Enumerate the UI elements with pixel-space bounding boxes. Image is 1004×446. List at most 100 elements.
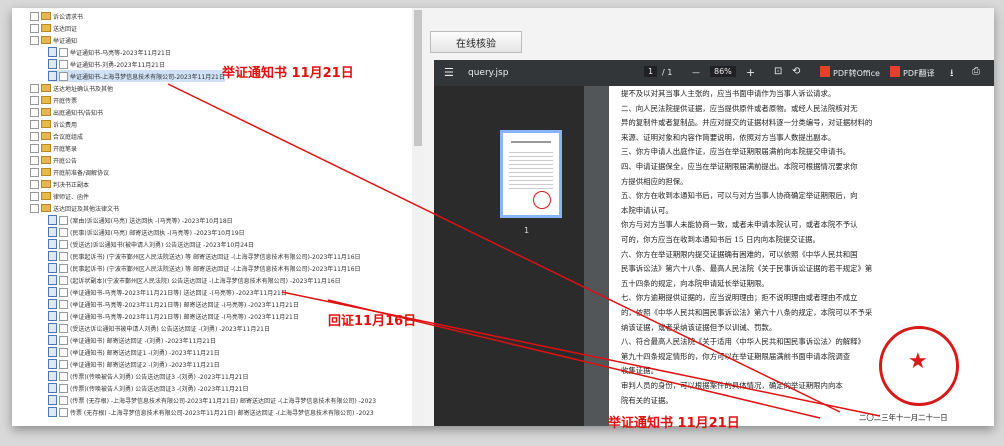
tree-item[interactable]: 传票 (无存根) -上海寻梦信息技术有限公司-2023年11月21日) 邮寄送达… bbox=[48, 406, 374, 418]
rotate-icon[interactable]: ⟲ bbox=[792, 66, 800, 77]
checkbox[interactable] bbox=[59, 299, 68, 309]
tree-item-label: 举证通知书-马亮等-2023年11月21日 bbox=[70, 49, 171, 57]
tree-item[interactable]: (举证通知书-马亮等-2023年11月21日等) 邮寄送达回证 -(马亮等) -… bbox=[48, 310, 299, 322]
document-icon bbox=[48, 359, 57, 369]
print-icon[interactable]: ⎙ bbox=[972, 66, 980, 77]
tree-folder[interactable]: 开庭笔录 bbox=[30, 142, 77, 154]
tree-item[interactable]: 举证通知书-马亮等-2023年11月21日 bbox=[48, 46, 171, 58]
tree-folder[interactable]: 判决书正副本 bbox=[30, 178, 89, 190]
checkbox[interactable] bbox=[30, 83, 39, 93]
checkbox[interactable] bbox=[30, 95, 39, 105]
page-number-input[interactable]: 1 bbox=[644, 66, 658, 77]
checkbox[interactable] bbox=[30, 119, 39, 129]
pdf-office-icon[interactable] bbox=[820, 66, 830, 77]
tree-folder[interactable]: 举证通知 bbox=[30, 34, 77, 46]
checkbox[interactable] bbox=[59, 359, 68, 369]
checkbox[interactable] bbox=[30, 131, 39, 141]
tree-folder[interactable]: 诉讼费用 bbox=[30, 118, 77, 130]
checkbox[interactable] bbox=[59, 71, 68, 81]
checkbox[interactable] bbox=[59, 227, 68, 237]
checkbox[interactable] bbox=[59, 347, 68, 357]
checkbox[interactable] bbox=[59, 323, 68, 333]
tree-item[interactable]: (举证通知书-马亮等-2023年11月21日等) 邮寄送达回证 -(马亮等) -… bbox=[48, 298, 299, 310]
menu-icon[interactable]: ☰ bbox=[444, 66, 454, 79]
checkbox[interactable] bbox=[59, 47, 68, 57]
checkbox[interactable] bbox=[30, 23, 39, 33]
tree-item[interactable]: (民事起诉书) (宁波市鄞州区人民法院送达) 等 邮寄送达回证 -(上海寻梦信息… bbox=[48, 250, 361, 262]
tree-item[interactable]: (举证通知书-马亮等-2023年11月21日等) 送达回证 -(马亮等) -20… bbox=[48, 286, 287, 298]
tree-folder[interactable]: 出庭通知书/告知书 bbox=[30, 106, 103, 118]
tree-folder[interactable]: 送达回证及其他法律文书 bbox=[30, 202, 119, 214]
case-file-tree[interactable]: 诉讼请求书 送达回证 举证通知 举证通知书-马亮等-2023年11月21日 举证通知书-… bbox=[12, 8, 425, 426]
tree-folder[interactable]: 开庭前准备/调解协议 bbox=[30, 166, 109, 178]
checkbox[interactable] bbox=[30, 179, 39, 189]
checkbox[interactable] bbox=[59, 59, 68, 69]
folder-icon bbox=[41, 144, 51, 152]
tree-item[interactable]: (举证通知书) 邮寄送达回证 -(刘勇) -2023年11月21日 bbox=[48, 334, 216, 346]
document-icon bbox=[48, 323, 57, 333]
document-text-line: 五、你方在收到本通知书后，可以与对方当事人协商确定举证期限后，向 bbox=[621, 191, 858, 201]
fit-page-icon[interactable]: ⊡ bbox=[774, 66, 782, 77]
checkbox[interactable] bbox=[30, 155, 39, 165]
checkbox[interactable] bbox=[59, 407, 68, 417]
pdf-translate-icon[interactable] bbox=[890, 66, 900, 77]
tree-item[interactable]: (民事)诉讼通知(马亮) 邮寄送达回执 -(马亮等) -2023年10月19日 bbox=[48, 226, 245, 238]
tree-item[interactable]: 举证通知书-刘勇-2023年11月21日 bbox=[48, 58, 165, 70]
checkbox[interactable] bbox=[59, 275, 68, 285]
tree-item[interactable]: (民事起诉书) (宁波市鄞州区人民法院送达) 等 邮寄送达回证 -(上海寻梦信息… bbox=[48, 262, 361, 274]
tree-folder[interactable]: 律师证、函件 bbox=[30, 190, 89, 202]
tree-item[interactable]: 举证通知书-上海寻梦信息技术有限公司-2023年11月21日 bbox=[48, 70, 225, 82]
tree-folder[interactable]: 开庭公告 bbox=[30, 154, 77, 166]
tree-item[interactable]: (举证通知书) 邮寄送达回证2 -(刘勇) -2023年11月21日 bbox=[48, 358, 220, 370]
checkbox[interactable] bbox=[30, 167, 39, 177]
checkbox[interactable] bbox=[59, 311, 68, 321]
checkbox[interactable] bbox=[30, 11, 39, 21]
document-icon bbox=[48, 371, 57, 381]
checkbox[interactable] bbox=[30, 35, 39, 45]
tree-item-label: (举证通知书) 邮寄送达回证 -(刘勇) -2023年11月21日 bbox=[70, 337, 216, 345]
tree-scrollbar[interactable] bbox=[412, 8, 424, 426]
tree-scrollbar-thumb[interactable] bbox=[414, 10, 422, 146]
tree-item-label: 送达地址确认书及其他 bbox=[53, 85, 114, 93]
zoom-out-button[interactable]: — bbox=[692, 68, 700, 77]
checkbox[interactable] bbox=[59, 287, 68, 297]
tree-item[interactable]: (起诉状副本)(宁波市鄞州区人民法院) 公告送达回证 -(上海寻梦信息技术有限公… bbox=[48, 274, 341, 286]
checkbox[interactable] bbox=[59, 215, 68, 225]
checkbox[interactable] bbox=[30, 107, 39, 117]
tree-item[interactable]: (传票)(传唤被告人刘勇) 公告送达回证3 -(刘勇) -2023年11月21日 bbox=[48, 382, 248, 394]
tree-folder[interactable]: 合议庭组成 bbox=[30, 130, 83, 142]
checkbox[interactable] bbox=[59, 371, 68, 381]
tree-folder[interactable]: 诉讼请求书 bbox=[30, 10, 83, 22]
pdf-toolbar: ☰ query.jsp 1 / 1 — 86% + ⊡ ⟲ PDF转Office… bbox=[434, 60, 994, 86]
checkbox[interactable] bbox=[59, 239, 68, 249]
checkbox[interactable] bbox=[59, 383, 68, 393]
download-icon[interactable]: ⭳ bbox=[950, 66, 954, 83]
checkbox[interactable] bbox=[59, 395, 68, 405]
tree-item[interactable]: (传票)(传唤被告人刘勇) 公告送达回证3 -(刘勇) -2023年11月21日 bbox=[48, 370, 248, 382]
tree-folder[interactable]: 送达回证 bbox=[30, 22, 77, 34]
checkbox[interactable] bbox=[30, 143, 39, 153]
checkbox[interactable] bbox=[59, 251, 68, 261]
tree-folder[interactable]: 开庭传票 bbox=[30, 94, 77, 106]
checkbox[interactable] bbox=[30, 203, 39, 213]
zoom-in-button[interactable]: + bbox=[746, 66, 755, 79]
document-icon bbox=[48, 59, 57, 69]
checkbox[interactable] bbox=[59, 335, 68, 345]
pdf-to-office-button[interactable]: PDF转Office bbox=[833, 68, 880, 79]
tree-item[interactable]: (案由)诉讼通知(马亮) 送达回执 -(马亮等) -2023年10月18日 bbox=[48, 214, 233, 226]
pdf-translate-button[interactable]: PDF翻译 bbox=[903, 68, 935, 79]
zoom-level[interactable]: 86% bbox=[710, 66, 736, 77]
tree-item[interactable]: (传票 (无存根) -上海寻梦信息技术有限公司-2023年11月21日) 邮寄送… bbox=[48, 394, 376, 406]
online-verify-button[interactable]: 在线核验 bbox=[430, 31, 522, 53]
tree-item[interactable]: (举证通知书) 邮寄送达回证1 -(刘勇) -2023年11月21日 bbox=[48, 346, 220, 358]
folder-icon bbox=[41, 84, 51, 92]
tree-item-label: (传票)(传唤被告人刘勇) 公告送达回证3 -(刘勇) -2023年11月21日 bbox=[70, 373, 249, 381]
thumbnail-sidebar: 1 bbox=[434, 86, 584, 426]
pdf-filename: query.jsp bbox=[468, 68, 509, 78]
tree-item[interactable]: (受送达)诉讼通知书(被申请人刘勇) 公告送达回证 -2023年10月24日 bbox=[48, 238, 254, 250]
checkbox[interactable] bbox=[59, 263, 68, 273]
tree-folder[interactable]: 送达地址确认书及其他 bbox=[30, 82, 113, 94]
checkbox[interactable] bbox=[30, 191, 39, 201]
tree-item[interactable]: (受送达诉讼通知书被申请人刘勇) 公告送达回证 -(刘勇) -2023年11月2… bbox=[48, 322, 270, 334]
page-thumbnail[interactable] bbox=[500, 130, 562, 218]
